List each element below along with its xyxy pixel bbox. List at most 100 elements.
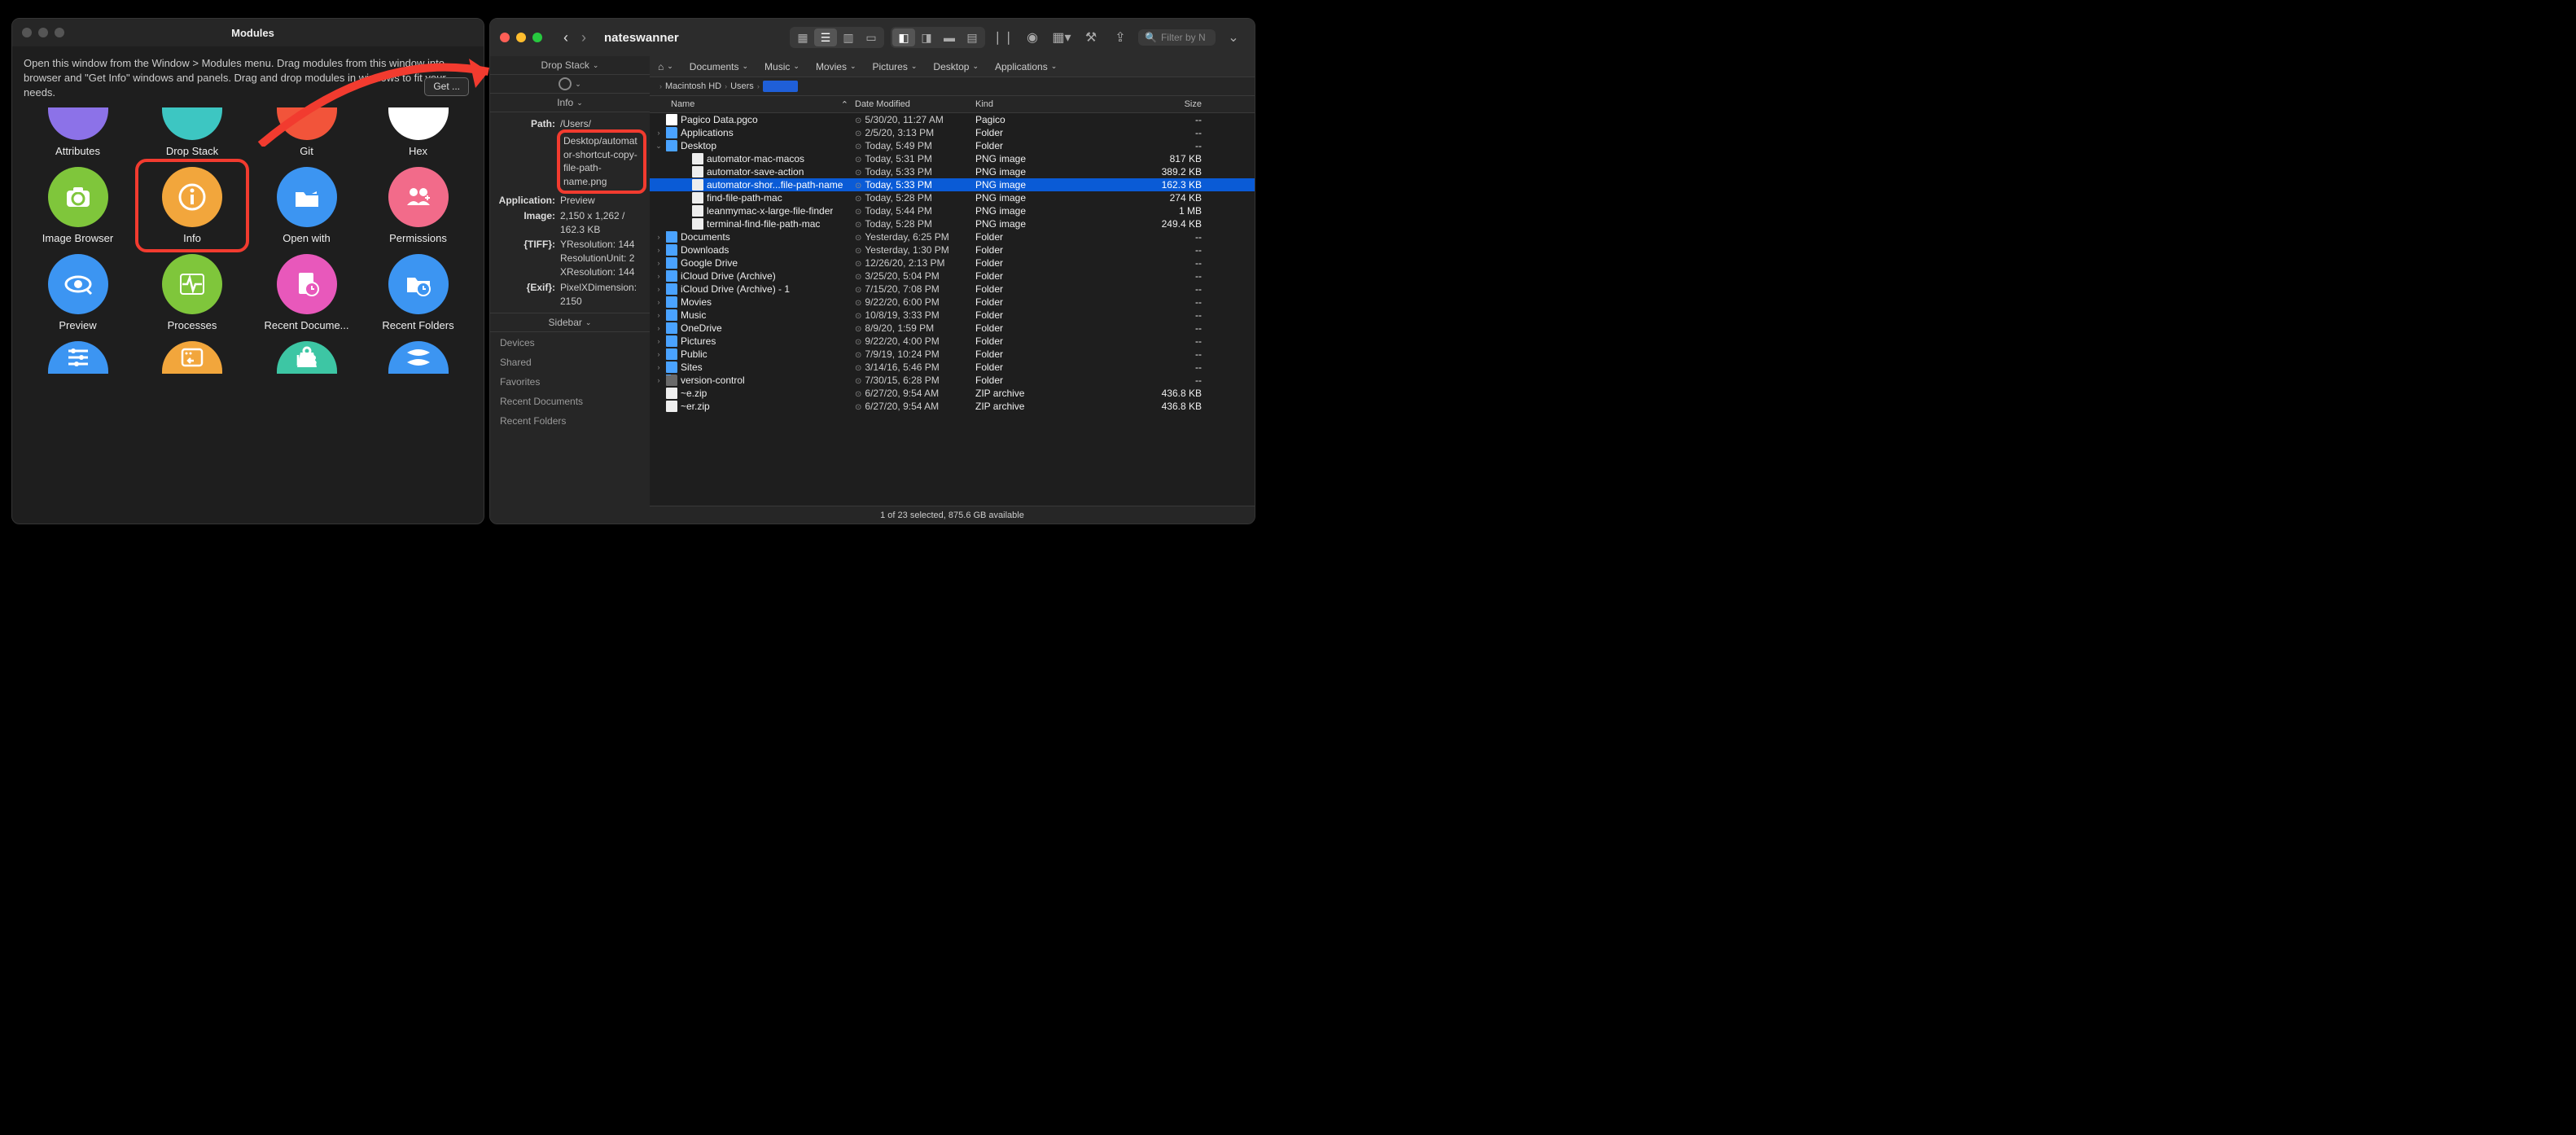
disclosure-icon[interactable]: ›: [655, 259, 663, 267]
table-row[interactable]: automator-mac-macos⊙Today, 5:31 PMPNG im…: [650, 152, 1255, 165]
info-header[interactable]: Info⌄: [490, 94, 650, 112]
zoom-icon[interactable]: [532, 33, 542, 42]
nav-forward-button[interactable]: ›: [575, 28, 593, 46]
disclosure-icon[interactable]: ›: [655, 376, 663, 384]
breadcrumb-user[interactable]: [763, 81, 798, 92]
col-date-header[interactable]: Date Modified: [855, 99, 975, 109]
table-row[interactable]: ›version-control⊙7/30/15, 6:28 PMFolder-…: [650, 374, 1255, 387]
nav-back-button[interactable]: ‹: [557, 28, 575, 46]
module-item-info[interactable]: Info: [135, 159, 249, 252]
disclosure-icon[interactable]: ›: [655, 298, 663, 306]
quicklook-button[interactable]: ◉: [1021, 28, 1044, 47]
module-item-hex[interactable]: Hex: [367, 107, 469, 157]
get-button[interactable]: Get ...: [424, 77, 469, 96]
table-row[interactable]: ›Movies⊙9/22/20, 6:00 PMFolder--: [650, 296, 1255, 309]
table-row[interactable]: ›Google Drive⊙12/26/20, 2:13 PMFolder--: [650, 256, 1255, 270]
module-item-permissions[interactable]: Permissions: [367, 167, 469, 244]
sidebar-section-header[interactable]: Sidebar⌄: [490, 313, 650, 332]
sidebar-group-favorites[interactable]: Favorites: [490, 371, 650, 391]
close-icon[interactable]: [500, 33, 510, 42]
module-item-[interactable]: [367, 341, 469, 374]
minimize-icon[interactable]: [516, 33, 526, 42]
module-item-[interactable]: [27, 341, 129, 374]
table-row[interactable]: ›Sites⊙3/14/16, 5:46 PMFolder--: [650, 361, 1255, 374]
disclosure-icon[interactable]: ›: [655, 246, 663, 254]
home-icon[interactable]: ⌂ ⌄: [658, 61, 673, 72]
location-pictures[interactable]: Pictures ⌄: [873, 61, 918, 72]
disclosure-icon[interactable]: ›: [655, 363, 663, 371]
col-name-header[interactable]: Name⌃: [650, 99, 855, 110]
breadcrumb-users[interactable]: Users: [730, 81, 754, 91]
list-view-button[interactable]: ☰: [814, 28, 837, 46]
table-row[interactable]: ›Music⊙10/8/19, 3:33 PMFolder--: [650, 309, 1255, 322]
module-item-[interactable]: KB: [256, 341, 357, 374]
disclosure-icon[interactable]: ›: [655, 337, 663, 345]
file-list[interactable]: Pagico Data.pgco⊙5/30/20, 11:27 AMPagico…: [650, 113, 1255, 506]
module-item-open-with[interactable]: Open with: [256, 167, 357, 244]
traffic-lights[interactable]: [500, 33, 542, 42]
sidebar-group-recent-folders[interactable]: Recent Folders: [490, 410, 650, 430]
share-button[interactable]: ⇪: [1109, 28, 1132, 47]
arrange-d-button[interactable]: ▤: [961, 28, 984, 46]
disclosure-icon[interactable]: ›: [655, 285, 663, 293]
module-item-git[interactable]: Git: [256, 107, 357, 157]
module-item-[interactable]: [138, 341, 246, 374]
disclosure-icon[interactable]: ›: [655, 233, 663, 241]
disclosure-icon[interactable]: ›: [655, 129, 663, 137]
location-movies[interactable]: Movies ⌄: [816, 61, 856, 72]
modules-titlebar[interactable]: Modules: [12, 19, 484, 46]
drop-target[interactable]: ⌄: [490, 75, 650, 94]
table-row[interactable]: automator-save-action⊙Today, 5:33 PMPNG …: [650, 165, 1255, 178]
location-desktop[interactable]: Desktop ⌄: [933, 61, 979, 72]
arrange-b-button[interactable]: ◨: [915, 28, 938, 46]
module-item-drop-stack[interactable]: Drop Stack: [138, 107, 246, 157]
table-row[interactable]: ›Public⊙7/9/19, 10:24 PMFolder--: [650, 348, 1255, 361]
preview-toggle-button[interactable]: ❘❘: [992, 28, 1014, 47]
table-row[interactable]: ~e.zip⊙6/27/20, 9:54 AMZIP archive436.8 …: [650, 387, 1255, 400]
col-size-header[interactable]: Size: [1130, 99, 1221, 109]
drop-stack-header[interactable]: Drop Stack⌄: [490, 56, 650, 75]
module-item-processes[interactable]: Processes: [138, 254, 246, 331]
disclosure-icon[interactable]: ›: [655, 350, 663, 358]
table-row[interactable]: automator-shor...file-path-name⊙Today, 5…: [650, 178, 1255, 191]
table-row[interactable]: ~er.zip⊙6/27/20, 9:54 AMZIP archive436.8…: [650, 400, 1255, 413]
search-input[interactable]: 🔍 Filter by N: [1138, 29, 1216, 46]
sidebar-group-shared[interactable]: Shared: [490, 352, 650, 371]
col-kind-header[interactable]: Kind: [975, 99, 1130, 109]
module-item-recent-folders[interactable]: Recent Folders: [367, 254, 469, 331]
table-row[interactable]: ›Downloads⊙Yesterday, 1:30 PMFolder--: [650, 243, 1255, 256]
table-row[interactable]: terminal-find-file-path-mac⊙Today, 5:28 …: [650, 217, 1255, 230]
gallery-view-button[interactable]: ▭: [860, 28, 883, 46]
module-item-image-browser[interactable]: Image Browser: [27, 167, 129, 244]
table-row[interactable]: ⌄Desktop⊙Today, 5:49 PMFolder--: [650, 139, 1255, 152]
table-row[interactable]: ›OneDrive⊙8/9/20, 1:59 PMFolder--: [650, 322, 1255, 335]
group-button[interactable]: ▦▾: [1050, 28, 1073, 47]
sidebar-group-devices[interactable]: Devices: [490, 332, 650, 352]
table-row[interactable]: ›Applications⊙2/5/20, 3:13 PMFolder--: [650, 126, 1255, 139]
disclosure-icon[interactable]: ›: [655, 324, 663, 332]
dropdown-icon[interactable]: ⌄: [1222, 28, 1245, 47]
table-row[interactable]: leanmymac-x-large-file-finder⊙Today, 5:4…: [650, 204, 1255, 217]
location-documents[interactable]: Documents ⌄: [690, 61, 748, 72]
close-icon[interactable]: [22, 28, 32, 37]
location-applications[interactable]: Applications ⌄: [995, 61, 1057, 72]
module-item-attributes[interactable]: Attributes: [27, 107, 129, 157]
sidebar-group-recent-documents[interactable]: Recent Documents: [490, 391, 650, 410]
disclosure-icon[interactable]: ›: [655, 311, 663, 319]
disclosure-icon[interactable]: ›: [655, 272, 663, 280]
arrange-c-button[interactable]: ▬: [938, 28, 961, 46]
table-row[interactable]: ›iCloud Drive (Archive) - 1⊙7/15/20, 7:0…: [650, 283, 1255, 296]
module-item-preview[interactable]: Preview: [27, 254, 129, 331]
location-music[interactable]: Music ⌄: [764, 61, 800, 72]
action-button[interactable]: ⚒: [1080, 28, 1102, 47]
table-row[interactable]: ›iCloud Drive (Archive)⊙3/25/20, 5:04 PM…: [650, 270, 1255, 283]
arrange-a-button[interactable]: ◧: [892, 28, 915, 46]
module-item-recent-docume-[interactable]: Recent Docume...: [256, 254, 357, 331]
table-row[interactable]: ›Pictures⊙9/22/20, 4:00 PMFolder--: [650, 335, 1255, 348]
table-row[interactable]: find-file-path-mac⊙Today, 5:28 PMPNG ima…: [650, 191, 1255, 204]
column-view-button[interactable]: ▥: [837, 28, 860, 46]
table-row[interactable]: Pagico Data.pgco⊙5/30/20, 11:27 AMPagico…: [650, 113, 1255, 126]
disclosure-icon[interactable]: ⌄: [655, 142, 663, 151]
table-row[interactable]: ›Documents⊙Yesterday, 6:25 PMFolder--: [650, 230, 1255, 243]
breadcrumb-macintosh-hd[interactable]: Macintosh HD: [665, 81, 721, 91]
